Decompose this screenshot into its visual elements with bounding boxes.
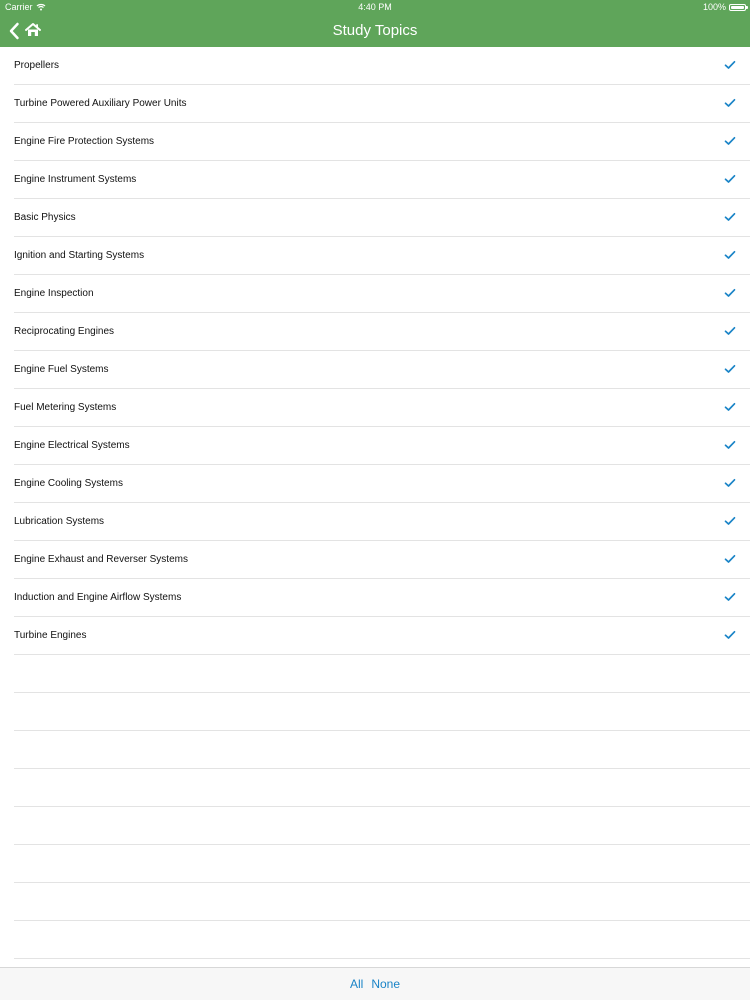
navigation-bar: Study Topics <box>0 14 750 47</box>
checkmark-icon <box>724 592 736 601</box>
topic-row[interactable]: Turbine Powered Auxiliary Power Units <box>14 85 750 123</box>
topic-row[interactable]: Engine Electrical Systems <box>14 427 750 465</box>
checkmark-icon <box>724 326 736 335</box>
topic-label: Engine Instrument Systems <box>14 174 137 185</box>
battery-status: 100% <box>702 0 748 14</box>
empty-row <box>14 731 750 769</box>
checkmark-icon <box>724 364 736 373</box>
checkmark-icon <box>724 516 736 525</box>
topic-row[interactable]: Fuel Metering Systems <box>14 389 750 427</box>
checkmark-icon <box>724 136 736 145</box>
topic-row[interactable]: Engine Instrument Systems <box>14 161 750 199</box>
topic-label: Lubrication Systems <box>14 516 105 527</box>
topic-row[interactable]: Engine Inspection <box>14 275 750 313</box>
empty-row <box>14 807 750 845</box>
topic-label: Propellers <box>14 60 60 71</box>
battery-percent: 100% <box>702 2 726 12</box>
topic-label: Basic Physics <box>14 212 76 223</box>
topic-row[interactable]: Lubrication Systems <box>14 503 750 541</box>
topic-label: Engine Inspection <box>14 288 94 299</box>
checkmark-icon <box>724 440 736 449</box>
topic-label: Engine Electrical Systems <box>14 440 130 451</box>
checkmark-icon <box>724 98 736 107</box>
checkmark-icon <box>724 250 736 259</box>
checkmark-icon <box>724 288 736 297</box>
topic-row[interactable]: Basic Physics <box>14 199 750 237</box>
checkmark-icon <box>724 402 736 411</box>
select-all-button[interactable]: All <box>350 976 363 992</box>
topic-label: Reciprocating Engines <box>14 326 115 337</box>
topic-label: Turbine Powered Auxiliary Power Units <box>14 98 187 109</box>
topic-label: Engine Fuel Systems <box>14 364 109 375</box>
checkmark-icon <box>724 554 736 563</box>
empty-row <box>14 845 750 883</box>
topic-label: Ignition and Starting Systems <box>14 250 145 261</box>
topic-row[interactable]: Induction and Engine Airflow Systems <box>14 579 750 617</box>
page-title: Study Topics <box>332 22 418 39</box>
empty-row <box>14 769 750 807</box>
app-screen: Carrier 4:40 PM 100% Study Topics Propel… <box>0 0 750 1000</box>
topic-row[interactable]: Engine Cooling Systems <box>14 465 750 503</box>
checkmark-icon <box>724 60 736 69</box>
topic-row[interactable]: Turbine Engines <box>14 617 750 655</box>
topic-row[interactable]: Engine Fuel Systems <box>14 351 750 389</box>
empty-row <box>14 883 750 921</box>
topic-row[interactable]: Engine Fire Protection Systems <box>14 123 750 161</box>
empty-row <box>14 693 750 731</box>
bottom-toolbar: All None <box>0 967 750 1000</box>
topic-row[interactable]: Reciprocating Engines <box>14 313 750 351</box>
topic-label: Turbine Engines <box>14 630 87 641</box>
empty-row <box>14 921 750 959</box>
topic-label: Engine Cooling Systems <box>14 478 123 489</box>
header-bar: Carrier 4:40 PM 100% Study Topics <box>0 0 750 47</box>
empty-row <box>14 655 750 693</box>
topic-label: Engine Exhaust and Reverser Systems <box>14 554 188 565</box>
battery-icon <box>729 3 748 11</box>
topic-row[interactable]: Engine Exhaust and Reverser Systems <box>14 541 750 579</box>
status-time: 4:40 PM <box>358 2 392 12</box>
status-bar: Carrier 4:40 PM 100% <box>0 0 750 14</box>
topic-label: Fuel Metering Systems <box>14 402 117 413</box>
checkmark-icon <box>724 630 736 639</box>
checkmark-icon <box>724 478 736 487</box>
topic-label: Engine Fire Protection Systems <box>14 136 155 147</box>
select-none-button[interactable]: None <box>371 976 400 992</box>
topic-row[interactable]: Ignition and Starting Systems <box>14 237 750 275</box>
battery-level-fill <box>731 5 744 9</box>
study-topics-list: Propellers Turbine Powered Auxiliary Powe… <box>0 47 750 967</box>
topic-label: Induction and Engine Airflow Systems <box>14 592 182 603</box>
topic-row[interactable]: Propellers <box>14 47 750 85</box>
checkmark-icon <box>724 212 736 221</box>
checkmark-icon <box>724 174 736 183</box>
